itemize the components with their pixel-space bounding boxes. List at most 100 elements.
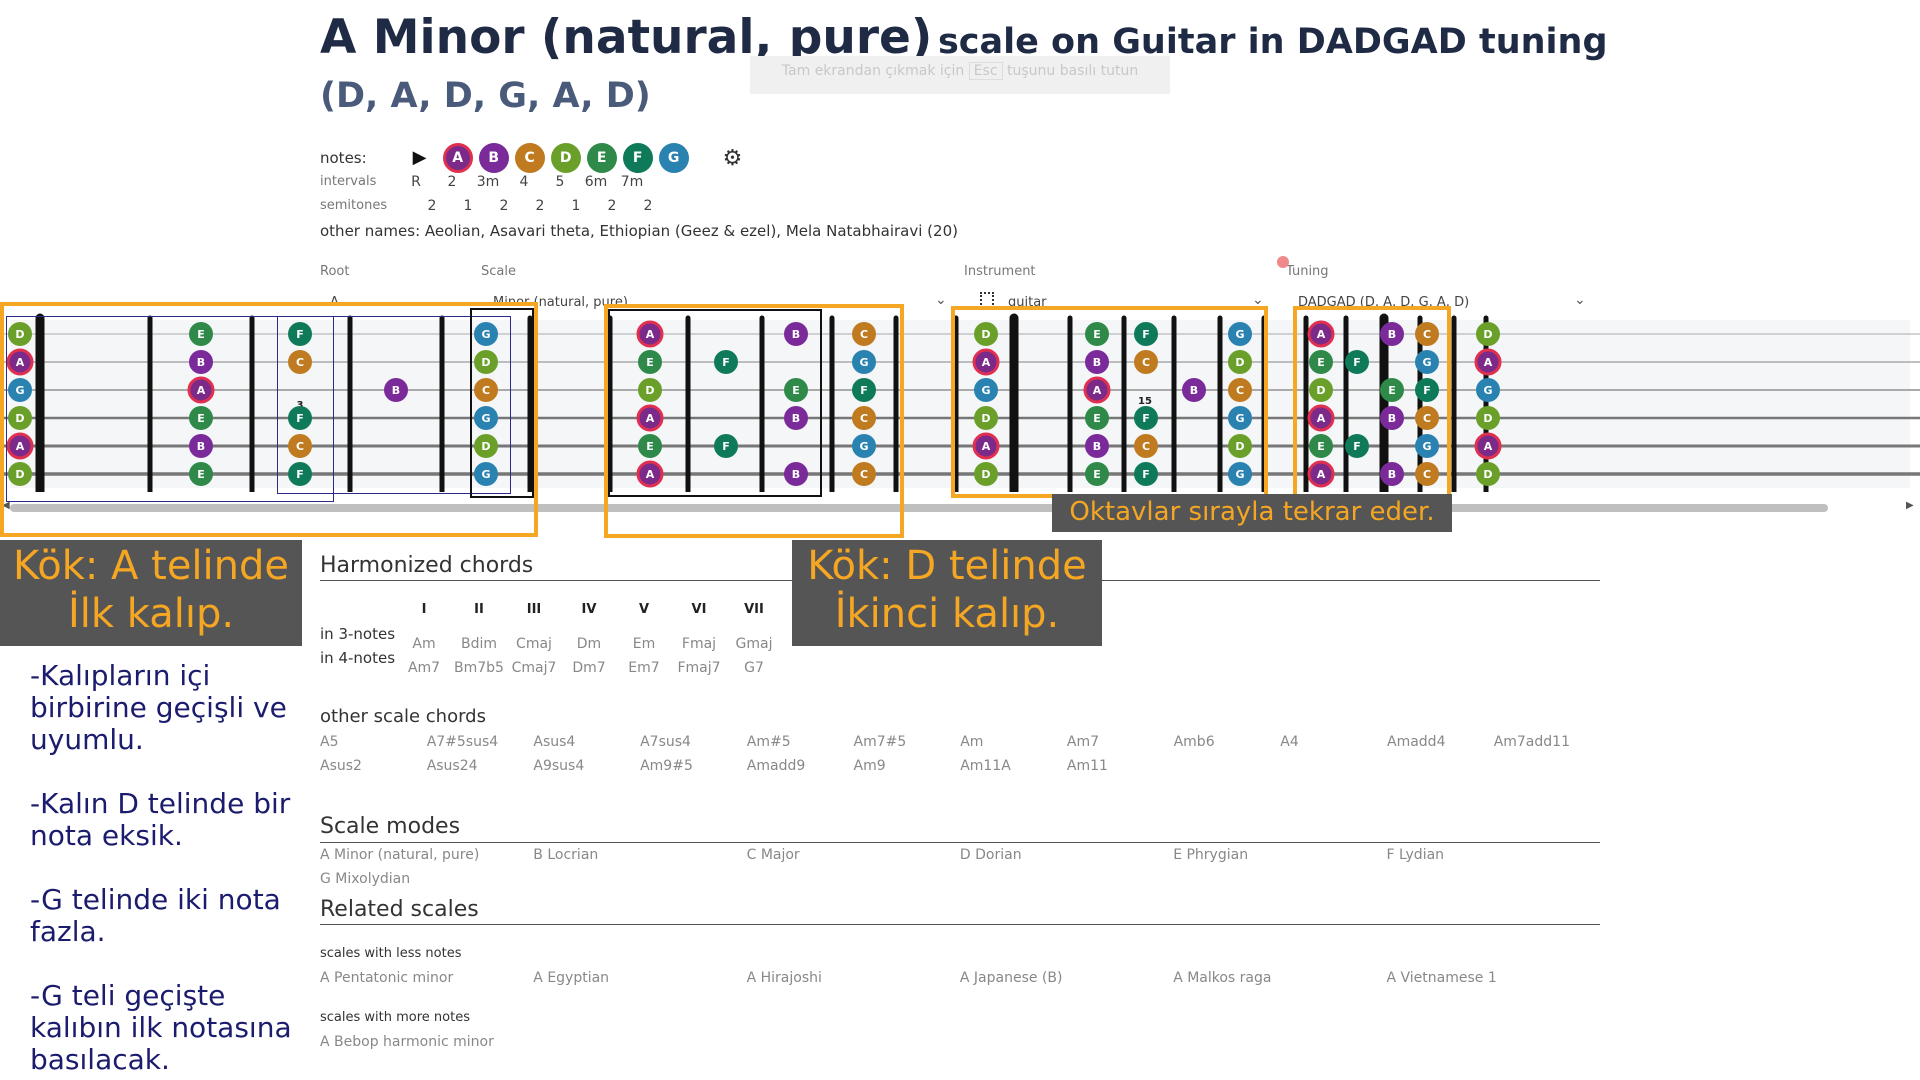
pattern-box-third xyxy=(951,306,1268,498)
mode-link[interactable]: G Mixolydian xyxy=(320,871,410,887)
chord-link[interactable]: Amb6 xyxy=(1174,734,1215,750)
chord-4-notes[interactable]: Dm7 xyxy=(559,656,619,680)
semitones-value: 1 xyxy=(463,198,473,214)
gear-icon[interactable]: ⚙ xyxy=(723,146,743,171)
related-scale-link[interactable]: A Pentatonic minor xyxy=(320,970,453,986)
note-ball-d[interactable]: D xyxy=(550,143,581,173)
note-ball-g[interactable]: G xyxy=(658,143,689,173)
pattern-box-fourth xyxy=(1293,306,1451,498)
related-scale-link[interactable]: A Malkos raga xyxy=(1173,970,1271,986)
related-scale-link[interactable]: A Japanese (B) xyxy=(960,970,1063,986)
intervals-value: 3m xyxy=(476,174,500,190)
chord-column: I Am Am7 xyxy=(394,598,454,680)
note-ball-a[interactable]: A xyxy=(442,143,473,173)
chord-link[interactable]: Am xyxy=(960,734,983,750)
chord-link[interactable]: Amadd4 xyxy=(1387,734,1445,750)
chord-4-notes[interactable]: Bm7b5 xyxy=(449,656,509,680)
chord-link[interactable]: Am11 xyxy=(1067,758,1108,774)
related-scale-link[interactable]: A Vietnamese 1 xyxy=(1387,970,1497,986)
pointer-dot xyxy=(1277,256,1289,268)
chord-3-notes[interactable]: Fmaj xyxy=(669,632,729,656)
chord-link[interactable]: Asus4 xyxy=(533,734,575,750)
chord-link[interactable]: Am7#5 xyxy=(854,734,907,750)
more-notes-label: scales with more notes xyxy=(320,1010,470,1025)
play-icon[interactable]: ▶ xyxy=(413,148,433,168)
chord-link[interactable]: Asus24 xyxy=(427,758,478,774)
chord-link[interactable]: Am7add11 xyxy=(1494,734,1570,750)
note-ball-b[interactable]: B xyxy=(478,143,509,173)
side-note: -Kalın D telinde bir nota eksik. xyxy=(30,787,291,852)
semitones-value: 2 xyxy=(607,198,617,214)
fret-note-d: D xyxy=(1476,322,1500,346)
chord-link[interactable]: A5 xyxy=(320,734,338,750)
divider xyxy=(320,924,1600,925)
chord-link[interactable]: A7#5sus4 xyxy=(427,734,499,750)
semitones-value: 2 xyxy=(427,198,437,214)
mode-link[interactable]: E Phrygian xyxy=(1173,847,1248,863)
chord-3-notes[interactable]: Am xyxy=(394,632,454,656)
chord-link[interactable]: Am11A xyxy=(960,758,1011,774)
side-note: -G telinde iki nota fazla. xyxy=(30,883,281,948)
chord-link[interactable]: A9sus4 xyxy=(533,758,584,774)
less-notes-label: scales with less notes xyxy=(320,946,462,961)
chord-link[interactable]: A4 xyxy=(1280,734,1298,750)
chord-3-notes[interactable]: Bdim xyxy=(449,632,509,656)
fret-note-a: A xyxy=(1474,348,1502,376)
chord-link[interactable]: Am7 xyxy=(1067,734,1099,750)
notes-row: notes: ▶ ABCDEFG ⚙ xyxy=(320,140,742,176)
chord-4-notes[interactable]: Em7 xyxy=(614,656,674,680)
tuning-select-label: Tuning xyxy=(1286,264,1329,279)
fret-note-a: A xyxy=(1474,432,1502,460)
mode-link[interactable]: D Dorian xyxy=(960,847,1022,863)
note-marker-label: A xyxy=(1484,356,1493,369)
scroll-right-icon[interactable]: ▶ xyxy=(1906,500,1914,511)
related-scale-link[interactable]: A Hirajoshi xyxy=(747,970,822,986)
mode-link[interactable]: C Major xyxy=(747,847,800,863)
chord-3-notes[interactable]: Cmaj xyxy=(504,632,564,656)
fret-note-d: D xyxy=(1476,462,1500,486)
harmonized-heading: Harmonized chords xyxy=(320,553,534,578)
note-marker-label: D xyxy=(1483,468,1492,481)
note-ball-f[interactable]: F xyxy=(622,143,653,173)
mode-link[interactable]: F Lydian xyxy=(1387,847,1445,863)
notes-label: notes: xyxy=(320,149,367,167)
chord-link[interactable]: Am9 xyxy=(854,758,886,774)
intervals-value: R xyxy=(411,174,421,190)
related-scale-link[interactable]: A Egyptian xyxy=(533,970,609,986)
intervals-value: 5 xyxy=(555,174,565,190)
related-scale-link[interactable]: A Bebop harmonic minor xyxy=(320,1034,494,1050)
chord-4-notes[interactable]: Cmaj7 xyxy=(504,656,564,680)
chord-link[interactable]: Am9#5 xyxy=(640,758,693,774)
semitones-label: semitones xyxy=(320,198,388,213)
side-notes: -Kalıpların içi birbirine geçişli ve uyu… xyxy=(30,660,300,1076)
black-box-a xyxy=(470,308,534,498)
chord-column: IV Dm Dm7 xyxy=(559,598,619,680)
mode-link[interactable]: B Locrian xyxy=(533,847,598,863)
semitones-value: 1 xyxy=(571,198,581,214)
chord-column: II Bdim Bm7b5 xyxy=(449,598,509,680)
chord-link[interactable]: Amadd9 xyxy=(747,758,805,774)
related-heading: Related scales xyxy=(320,897,479,922)
note-ball-e[interactable]: E xyxy=(586,143,617,173)
chord-link[interactable]: Am#5 xyxy=(747,734,791,750)
note-marker-label: D xyxy=(1483,412,1492,425)
note-ball-c[interactable]: C xyxy=(514,143,545,173)
root-select-label: Root xyxy=(320,264,350,279)
octave-banner: Oktavlar sırayla tekrar eder. xyxy=(1052,494,1452,532)
chord-3-notes[interactable]: Dm xyxy=(559,632,619,656)
chord-link[interactable]: A7sus4 xyxy=(640,734,691,750)
chord-3-notes[interactable]: Em xyxy=(614,632,674,656)
side-note: -Kalıpların içi birbirine geçişli ve uyu… xyxy=(30,659,287,756)
row-3-notes-label: in 3-notes xyxy=(320,625,396,643)
chord-link[interactable]: Asus2 xyxy=(320,758,362,774)
chord-column: III Cmaj Cmaj7 xyxy=(504,598,564,680)
fret-note-g: G xyxy=(1476,378,1500,402)
chord-degree: VII xyxy=(744,602,764,617)
chord-4-notes[interactable]: Fmaj7 xyxy=(669,656,729,680)
chord-4-notes[interactable]: G7 xyxy=(724,656,784,680)
chord-4-notes[interactable]: Am7 xyxy=(394,656,454,680)
chord-column: V Em Em7 xyxy=(614,598,674,680)
intervals-value: 7m xyxy=(620,174,644,190)
chord-3-notes[interactable]: Gmaj xyxy=(724,632,784,656)
mode-link[interactable]: A Minor (natural, pure) xyxy=(320,847,479,863)
